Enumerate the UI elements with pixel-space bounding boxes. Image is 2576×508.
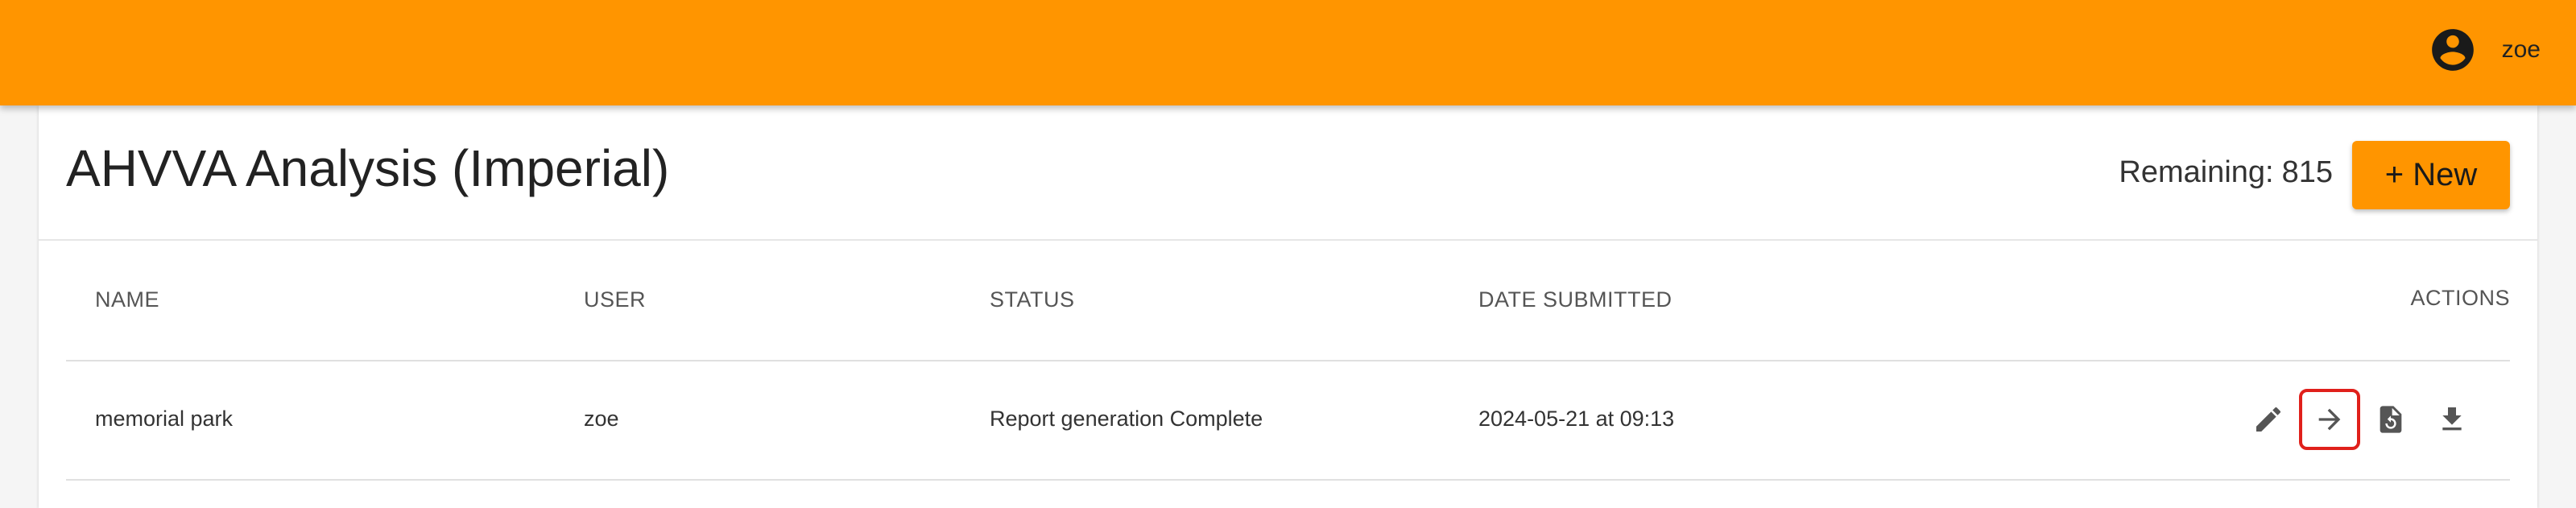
- column-header-status[interactable]: STATUS: [990, 287, 1075, 312]
- new-analysis-button[interactable]: + New: [2352, 141, 2510, 209]
- table-row[interactable]: memorial park zoe Report generation Comp…: [66, 361, 2510, 481]
- top-app-bar: zoe: [0, 0, 2576, 105]
- analysis-card: AHVVA Analysis (Imperial) Remaining: 815 …: [39, 105, 2537, 508]
- download-button[interactable]: [2421, 389, 2483, 450]
- account-circle-icon[interactable]: [2428, 25, 2478, 75]
- remaining-label: Remaining:: [2119, 155, 2274, 189]
- arrow-right-icon: [2318, 408, 2341, 431]
- card-header: AHVVA Analysis (Imperial) Remaining: 815 …: [39, 105, 2537, 241]
- edit-button[interactable]: [2238, 389, 2299, 450]
- row-name: memorial park: [95, 407, 234, 431]
- user-menu[interactable]: zoe: [2428, 24, 2541, 76]
- page-title: AHVVA Analysis (Imperial): [66, 139, 670, 197]
- row-status: Report generation Complete: [990, 407, 1263, 431]
- regenerate-report-button[interactable]: [2360, 389, 2421, 450]
- row-user: zoe: [584, 407, 619, 431]
- remaining-counter: Remaining: 815: [2119, 155, 2333, 190]
- column-header-date-submitted[interactable]: DATE SUBMITTED: [1478, 287, 1673, 312]
- remaining-value: 815: [2281, 155, 2333, 189]
- analysis-table: NAME USER STATUS DATE SUBMITTED ACTIONS …: [66, 239, 2510, 481]
- row-date-submitted: 2024-05-21 at 09:13: [1478, 407, 1675, 431]
- open-report-button[interactable]: [2299, 389, 2360, 450]
- download-icon: [2442, 407, 2462, 431]
- file-restore-icon: [2380, 406, 2402, 433]
- row-actions: [2238, 389, 2483, 450]
- column-header-actions: ACTIONS: [2410, 286, 2510, 310]
- column-header-name[interactable]: NAME: [95, 287, 159, 312]
- edit-icon: [2256, 407, 2281, 432]
- username-label[interactable]: zoe: [2502, 36, 2541, 64]
- table-header: NAME USER STATUS DATE SUBMITTED ACTIONS: [66, 239, 2510, 361]
- column-header-user[interactable]: USER: [584, 287, 646, 312]
